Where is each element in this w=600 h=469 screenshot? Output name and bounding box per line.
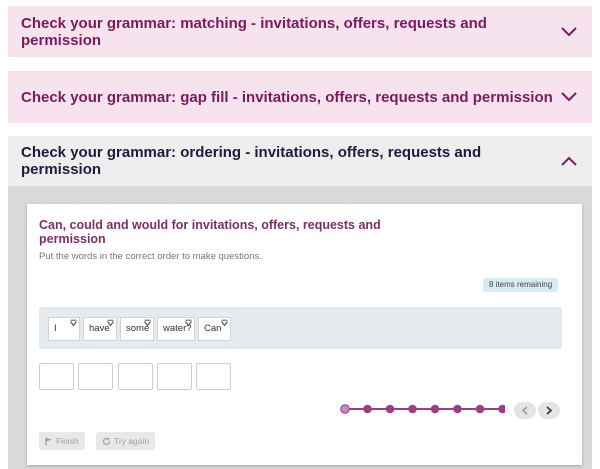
progress-dot[interactable] <box>453 404 462 414</box>
progress-dot[interactable] <box>385 404 395 414</box>
chevron-down-icon[interactable] <box>560 23 578 41</box>
accordion-gap-fill[interactable]: Check your grammar: gap fill - invitatio… <box>8 71 592 123</box>
drag-handle-icon[interactable] <box>184 315 193 327</box>
word-tile[interactable]: I <box>48 317 80 341</box>
accordion-title[interactable]: Check your grammar: ordering - invitatio… <box>21 144 541 178</box>
word-text: I <box>54 323 57 334</box>
drag-handle-icon[interactable] <box>69 315 78 327</box>
progress-dot[interactable] <box>430 404 440 414</box>
chevron-right-icon <box>546 406 553 415</box>
answer-slot[interactable] <box>39 363 74 390</box>
accordion-matching[interactable]: Check your grammar: matching - invitatio… <box>8 6 592 57</box>
answer-slot[interactable] <box>78 363 113 390</box>
chevron-up-icon[interactable] <box>560 152 578 170</box>
exercise-instruction: Put the words in the correct order to ma… <box>39 251 262 262</box>
word-bank: I have some water? Can <box>39 307 562 349</box>
exercise-card: Can, could and would for invitations, of… <box>27 204 582 465</box>
prev-button[interactable] <box>514 402 536 419</box>
progress-dot[interactable] <box>340 404 350 414</box>
progress-dot[interactable] <box>498 404 505 414</box>
word-tile[interactable]: some <box>120 317 154 341</box>
progress-dot[interactable] <box>475 404 485 414</box>
word-tile[interactable]: Can <box>198 317 231 341</box>
word-tile[interactable]: water? <box>157 317 195 341</box>
items-remaining-badge: 8 items remaining <box>483 278 559 292</box>
accordion-ordering[interactable]: Check your grammar: ordering - invitatio… <box>8 136 592 186</box>
flag-icon <box>45 437 52 445</box>
chevron-down-icon[interactable] <box>560 88 578 106</box>
progress-dot[interactable] <box>363 404 372 414</box>
try-again-button[interactable]: Try again <box>96 432 156 450</box>
word-tile[interactable]: have <box>83 317 117 341</box>
refresh-icon <box>102 437 111 445</box>
progress-dot[interactable] <box>408 404 417 414</box>
next-button[interactable] <box>538 402 560 419</box>
answer-slot[interactable] <box>118 363 153 390</box>
drag-handle-icon[interactable] <box>143 315 152 327</box>
chevron-left-icon <box>521 406 528 415</box>
accordion-title[interactable]: Check your grammar: matching - invitatio… <box>21 15 541 49</box>
try-again-label: Try again <box>114 436 150 446</box>
answer-slot[interactable] <box>196 363 231 390</box>
exercise-title: Can, could and would for invitations, of… <box>39 218 381 246</box>
finish-button[interactable]: Finish <box>39 432 85 450</box>
accordion-title[interactable]: Check your grammar: gap fill - invitatio… <box>21 89 560 106</box>
word-text: Can <box>204 323 222 334</box>
finish-label: Finish <box>56 436 79 446</box>
drag-handle-icon[interactable] <box>106 315 115 327</box>
progress-dots[interactable] <box>340 402 505 416</box>
drag-handle-icon[interactable] <box>220 315 229 327</box>
answer-slot[interactable] <box>157 363 192 390</box>
